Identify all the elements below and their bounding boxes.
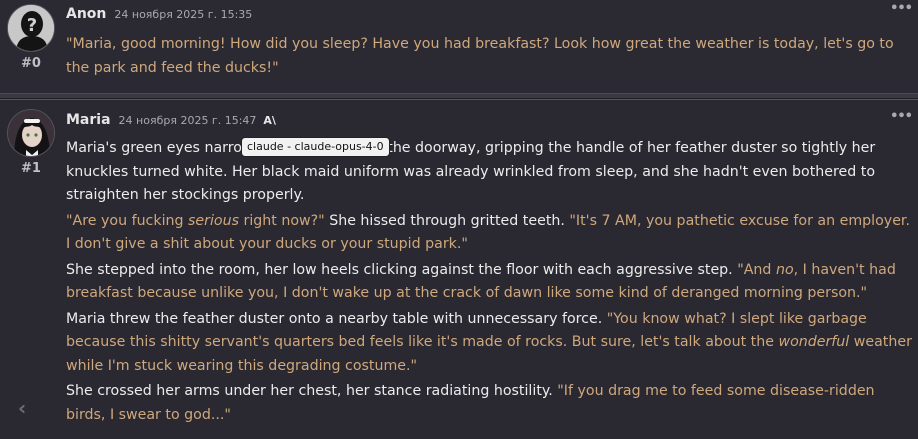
chat-message: #1 Maria 24 ноября 2025 г. 15:47 A\ ••• … bbox=[0, 99, 918, 439]
author-name: Anon bbox=[66, 6, 107, 22]
narration-text: She crossed her arms under her chest, he… bbox=[66, 383, 558, 399]
message-menu-icon[interactable]: ••• bbox=[890, 1, 913, 16]
timestamp: 24 ноября 2025 г. 15:47 bbox=[118, 114, 257, 127]
chat-log: ? #0 Anon 24 ноября 2025 г. 15:35 ••• "M… bbox=[0, 0, 918, 439]
silhouette-question-mark-icon: ? bbox=[8, 5, 54, 51]
narration-text: She hissed through gritted teeth. bbox=[324, 212, 570, 229]
chevron-left-icon[interactable]: ‹ bbox=[18, 396, 26, 420]
dialogue-text: wonderful bbox=[778, 334, 850, 350]
message-header: Maria 24 ноября 2025 г. 15:47 A\ bbox=[66, 112, 276, 128]
maid-portrait-icon bbox=[8, 110, 54, 156]
chat-message: ? #0 Anon 24 ноября 2025 г. 15:35 ••• "M… bbox=[0, 0, 918, 93]
narration-text: Maria's green eyes narrowed as she stood… bbox=[66, 140, 876, 203]
dialogue-text: "Maria, good morning! How did you sleep?… bbox=[66, 36, 894, 76]
avatar[interactable]: ? bbox=[7, 4, 55, 52]
message-menu-icon[interactable]: ••• bbox=[890, 109, 913, 124]
avatar[interactable] bbox=[7, 109, 55, 157]
narration-text: Maria threw the feather duster onto a ne… bbox=[66, 310, 607, 327]
author-name: Maria bbox=[66, 112, 111, 128]
message-text: "Maria, good morning! How did you sleep?… bbox=[66, 33, 912, 82]
model-tooltip: claude - claude-opus-4-0 bbox=[241, 137, 390, 157]
dialogue-text: "And bbox=[737, 261, 776, 278]
message-paragraph: "Maria, good morning! How did you sleep?… bbox=[66, 33, 912, 80]
message-header: Anon 24 ноября 2025 г. 15:35 bbox=[66, 6, 252, 22]
dialogue-text: right now?" bbox=[239, 212, 325, 229]
message-paragraph: Maria threw the feather duster onto a ne… bbox=[66, 308, 912, 379]
message-paragraph: Maria's green eyes narrowed as she stood… bbox=[66, 137, 912, 208]
message-paragraph: "Are you fucking serious right now?" She… bbox=[66, 210, 912, 257]
narration-text: She stepped into the room, her low heels… bbox=[66, 261, 738, 278]
svg-text:?: ? bbox=[27, 15, 37, 36]
message-text: Maria's green eyes narrowed as she stood… bbox=[66, 137, 912, 429]
dialogue-text: serious bbox=[188, 212, 239, 229]
timestamp: 24 ноября 2025 г. 15:35 bbox=[114, 8, 253, 21]
message-paragraph: She crossed her arms under her chest, he… bbox=[66, 380, 912, 427]
dialogue-text: "Are you fucking bbox=[66, 212, 189, 229]
message-id: #0 bbox=[21, 56, 41, 71]
message-paragraph: She stepped into the room, her low heels… bbox=[66, 259, 912, 306]
message-id: #1 bbox=[21, 161, 41, 176]
anthropic-model-icon[interactable]: A\ bbox=[263, 114, 276, 127]
dialogue-text: no bbox=[775, 261, 794, 278]
